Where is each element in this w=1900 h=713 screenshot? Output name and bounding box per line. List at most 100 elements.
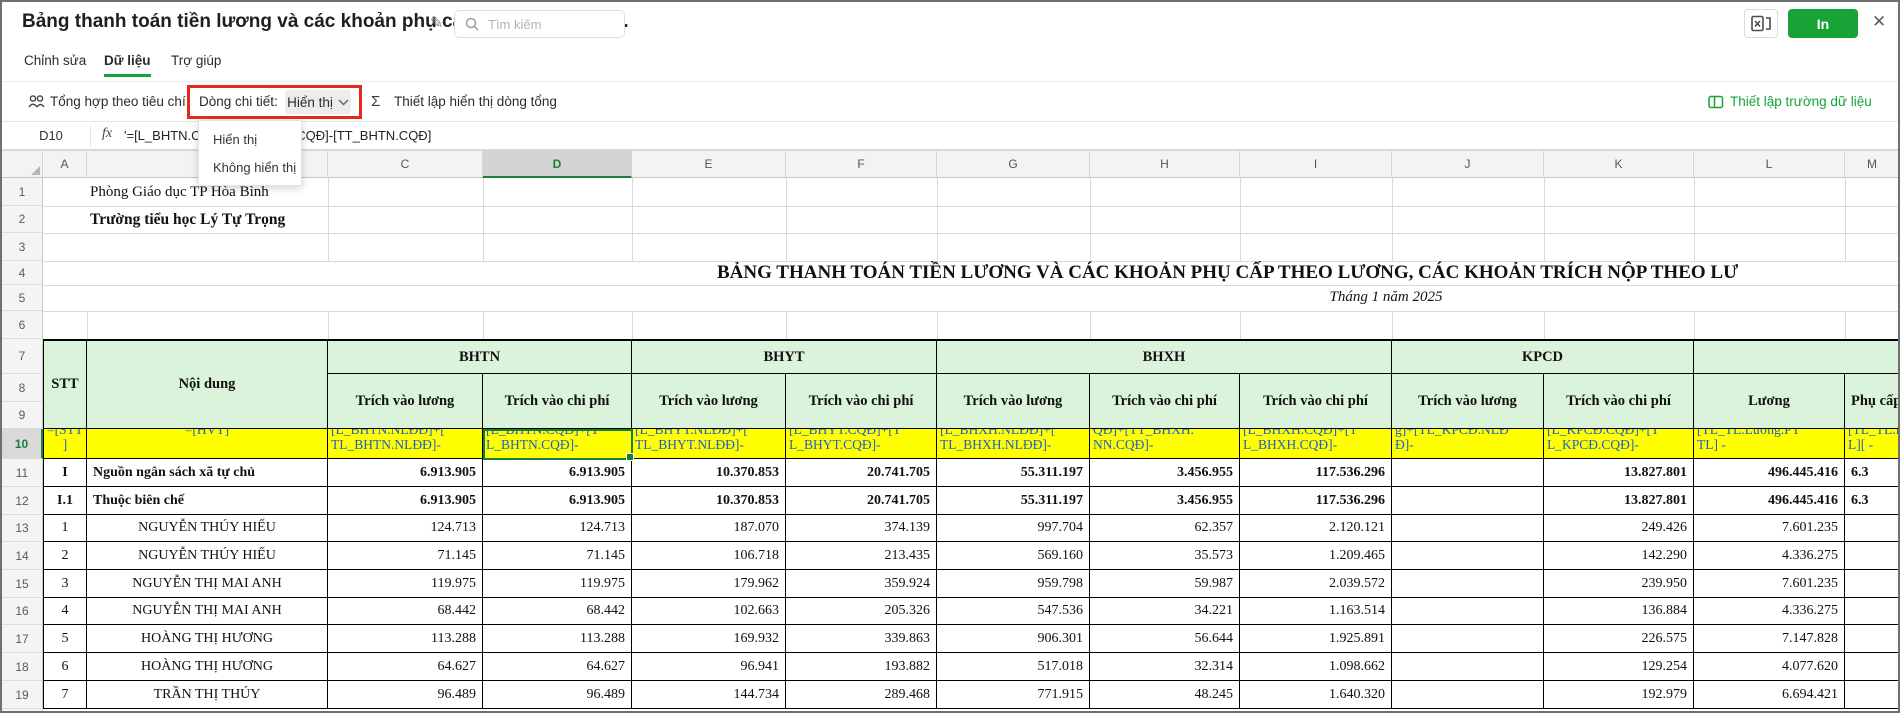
cell-K14[interactable]: 142.290 [1544,542,1694,570]
cell-I18[interactable]: 1.098.662 [1240,653,1392,681]
cell-J12[interactable] [1392,487,1544,515]
cell-C11[interactable]: 6.913.905 [328,459,483,487]
header-sub-I[interactable]: Trích vào chi phí [1240,374,1392,429]
cell-A15[interactable]: 3 [43,570,87,598]
row-header-2[interactable]: 2 [2,206,43,233]
row-header-17[interactable]: 17 [2,625,43,653]
cell-C15[interactable]: 119.975 [328,570,483,598]
header-sub-F[interactable]: Trích vào chi phí [786,374,937,429]
cell-K10[interactable]: [L_KPCĐ.CQĐ]+[TL_KPCĐ.CQĐ]- [1544,429,1694,459]
cell-K12[interactable]: 13.827.801 [1544,487,1694,515]
row-header-18[interactable]: 18 [2,653,43,681]
cell-L10[interactable]: [TL_TL.Lương.PTTL] - [1694,429,1845,459]
cell-E16[interactable]: 102.663 [632,598,786,625]
row-header-16[interactable]: 16 [2,598,43,625]
cell-reference-box[interactable]: D10 [28,128,74,143]
cell-G10[interactable]: [L_BHXH.NLĐĐ]+[TL_BHXH.NLĐĐ]- [937,429,1090,459]
cell-H10[interactable]: QĐ]+[TT_BHXH.NN.CQĐ]- [1090,429,1240,459]
cell-M10[interactable]: [TL_TL.PCL][ - [1845,429,1900,459]
cell-F17[interactable]: 339.863 [786,625,937,653]
cell-H19[interactable]: 48.245 [1090,681,1240,709]
column-header-M[interactable]: M [1845,150,1900,178]
cell-M13[interactable] [1845,515,1900,542]
cell-F13[interactable]: 374.139 [786,515,937,542]
column-header-K[interactable]: K [1544,150,1694,178]
cell-E17[interactable]: 169.932 [632,625,786,653]
header-stt[interactable]: STT [43,339,87,429]
cell-B17[interactable]: HOÀNG THỊ HƯƠNG [87,625,328,653]
cell-C14[interactable]: 71.145 [328,542,483,570]
row-header-1[interactable]: 1 [2,178,43,206]
cell-G17[interactable]: 906.301 [937,625,1090,653]
cell-H14[interactable]: 35.573 [1090,542,1240,570]
row-header-13[interactable]: 13 [2,515,43,542]
cell-A12[interactable]: I.1 [43,487,87,515]
header-sub-E[interactable]: Trích vào lương [632,374,786,429]
header-group-KPCD[interactable]: KPCD [1392,339,1694,374]
cell-D18[interactable]: 64.627 [483,653,632,681]
cell-J16[interactable] [1392,598,1544,625]
close-icon[interactable]: ✕ [1872,12,1886,32]
cell-F18[interactable]: 193.882 [786,653,937,681]
cell-G19[interactable]: 771.915 [937,681,1090,709]
cell-J15[interactable] [1392,570,1544,598]
cell-A11[interactable]: I [43,459,87,487]
column-header-A[interactable]: A [43,150,87,178]
cell-M19[interactable] [1845,681,1900,709]
cell-I12[interactable]: 117.536.296 [1240,487,1392,515]
column-header-G[interactable]: G [937,150,1090,178]
total-row-display-button[interactable]: Thiết lập hiển thị dòng tổng [394,82,557,121]
cell-G13[interactable]: 997.704 [937,515,1090,542]
cell-K11[interactable]: 13.827.801 [1544,459,1694,487]
cell-M15[interactable] [1845,570,1900,598]
row-header-15[interactable]: 15 [2,570,43,598]
cell-A10[interactable]: =[STT] [43,429,87,459]
header-sub-K[interactable]: Trích vào chi phí [1544,374,1694,429]
cell-G15[interactable]: 959.798 [937,570,1090,598]
cell-L14[interactable]: 4.336.275 [1694,542,1845,570]
column-header-H[interactable]: H [1090,150,1240,178]
cell-J19[interactable] [1392,681,1544,709]
cell-E12[interactable]: 10.370.853 [632,487,786,515]
cell-B13[interactable]: NGUYỄN THÚY HIẾU [87,515,328,542]
cell-C17[interactable]: 113.288 [328,625,483,653]
dropdown-option-hien-thi[interactable]: Hiển thị [199,126,301,154]
data-fields-link[interactable]: Thiết lập trường dữ liệu [1730,82,1872,121]
cell-I13[interactable]: 2.120.121 [1240,515,1392,542]
fill-handle[interactable] [626,453,634,461]
cell-A18[interactable]: 6 [43,653,87,681]
cell-M18[interactable] [1845,653,1900,681]
dropdown-option-khong-hien-thi[interactable]: Không hiển thị [199,154,301,182]
tab-chinh-sua[interactable]: Chỉnh sửa [24,53,86,74]
tab-tro-giup[interactable]: Trợ giúp [171,53,221,74]
cell-J13[interactable] [1392,515,1544,542]
cell-B15[interactable]: NGUYỄN THỊ MAI ANH [87,570,328,598]
cell-J10[interactable]: g]+[TL_KPCĐ.NLĐĐ]- [1392,429,1544,459]
cell-F10[interactable]: [L_BHYT.CQĐ]+[TL_BHYT.CQĐ]- [786,429,937,459]
row-header-8[interactable]: 8 [2,374,43,402]
cell-G12[interactable]: 55.311.197 [937,487,1090,515]
header-sub-C[interactable]: Trích vào lương [328,374,483,429]
edit-pencil-icon[interactable]: ✎ [430,13,443,33]
row-header-19[interactable]: 19 [2,681,43,709]
cell-I16[interactable]: 1.163.514 [1240,598,1392,625]
cell-F16[interactable]: 205.326 [786,598,937,625]
header-sub-L[interactable]: Lương [1694,374,1845,429]
cell-E15[interactable]: 179.962 [632,570,786,598]
cell-H15[interactable]: 59.987 [1090,570,1240,598]
header-group-BHXH[interactable]: BHXH [937,339,1392,374]
cell-I19[interactable]: 1.640.320 [1240,681,1392,709]
cell-A13[interactable]: 1 [43,515,87,542]
cell-A16[interactable]: 4 [43,598,87,625]
cell-B18[interactable]: HOÀNG THỊ HƯƠNG [87,653,328,681]
row-header-5[interactable]: 5 [2,285,43,311]
cell-E11[interactable]: 10.370.853 [632,459,786,487]
cell-H18[interactable]: 32.314 [1090,653,1240,681]
row-header-12[interactable]: 12 [2,487,43,515]
cell-M17[interactable] [1845,625,1900,653]
header-sub-D[interactable]: Trích vào chi phí [483,374,632,429]
cell-L11[interactable]: 496.445.416 [1694,459,1845,487]
search-input[interactable] [486,16,602,33]
sheet-subtitle[interactable]: Tháng 1 năm 2025 [1286,285,1486,311]
cell-H13[interactable]: 62.357 [1090,515,1240,542]
